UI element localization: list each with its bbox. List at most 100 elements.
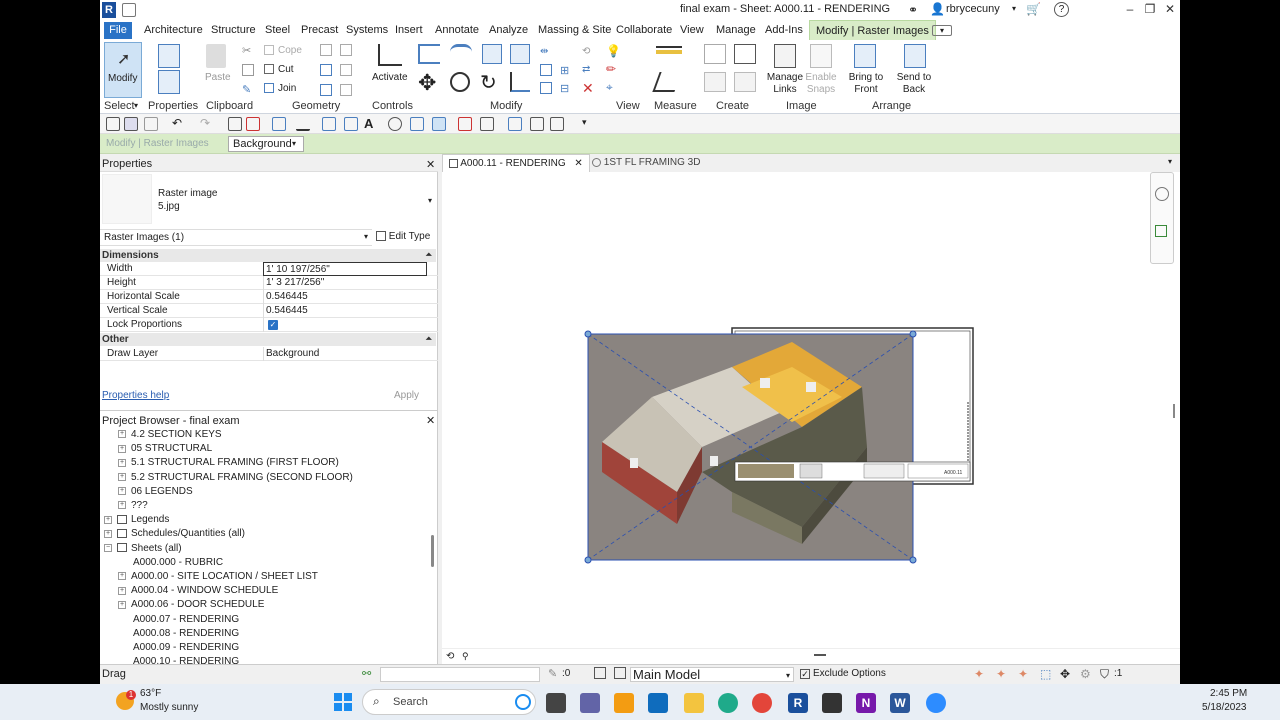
- group-other[interactable]: Other ⏶: [100, 333, 436, 346]
- expand-icon[interactable]: +: [118, 472, 126, 481]
- array-icon[interactable]: [540, 64, 552, 76]
- drag-elements-icon[interactable]: ✥: [1060, 667, 1070, 681]
- windows-start-icon[interactable]: [334, 693, 352, 711]
- mirror-axis-icon[interactable]: [482, 44, 502, 64]
- expand-icon[interactable]: +: [118, 586, 126, 595]
- revit-taskbar-icon[interactable]: R: [788, 693, 808, 713]
- select-panel-label[interactable]: Select: [104, 100, 135, 112]
- prop-row-horizontal-scale[interactable]: Horizontal Scale 0.546445: [100, 290, 438, 304]
- prop-value[interactable]: 0.546445: [266, 305, 308, 316]
- browser-item[interactable]: A000.07 - RENDERING: [118, 614, 239, 628]
- pin-icon[interactable]: ⚲: [462, 651, 469, 662]
- background-processes-icon[interactable]: ⚙: [1080, 667, 1091, 681]
- unpin-icon[interactable]: ⊟: [560, 82, 569, 95]
- open-icon[interactable]: [122, 3, 136, 17]
- create-parts-icon[interactable]: [734, 44, 756, 64]
- browser-item[interactable]: +05 STRUCTURAL: [118, 443, 212, 457]
- expand-icon[interactable]: +: [118, 430, 126, 439]
- geometry-icon[interactable]: [340, 44, 352, 56]
- task-view-icon[interactable]: [546, 693, 566, 713]
- expand-icon[interactable]: +: [118, 572, 126, 581]
- send-to-back-icon[interactable]: [904, 44, 926, 68]
- drawing-canvas[interactable]: A000.11: [442, 172, 1180, 648]
- geometry-icon[interactable]: [340, 84, 352, 96]
- expand-icon[interactable]: +: [118, 501, 126, 510]
- print-preview-icon[interactable]: [246, 117, 260, 131]
- apply-button[interactable]: Apply: [394, 390, 419, 401]
- cope-button[interactable]: Cope: [278, 45, 302, 56]
- close-button[interactable]: ✕: [1160, 2, 1180, 18]
- tab-modify-raster-images[interactable]: Modify | Raster Images: [809, 20, 936, 40]
- user-icon[interactable]: 👤: [930, 2, 945, 16]
- tab-systems[interactable]: Systems: [346, 24, 388, 36]
- bring-to-front-button[interactable]: Bring to Front: [844, 72, 888, 96]
- activate-icon[interactable]: [378, 44, 402, 66]
- tab-collaborate[interactable]: Collaborate: [616, 24, 672, 36]
- copy-elements-icon[interactable]: [450, 72, 470, 92]
- expand-icon[interactable]: +: [118, 487, 126, 496]
- tab-massing-site[interactable]: Massing & Site: [538, 24, 611, 36]
- align-icon[interactable]: [418, 44, 440, 64]
- enable-snaps-button[interactable]: Enable Snaps: [802, 72, 840, 96]
- word-icon[interactable]: W: [890, 693, 910, 713]
- browser-item[interactable]: + A000.04 - WINDOW SCHEDULE: [118, 585, 278, 599]
- browser-item[interactable]: + A000.06 - DOOR SCHEDULE: [118, 599, 264, 613]
- customize-qat-icon[interactable]: ▾: [582, 117, 587, 128]
- lightbulb-icon[interactable]: 💡: [606, 44, 621, 58]
- scale-icon[interactable]: [540, 82, 552, 94]
- scale-icon[interactable]: ⟲: [446, 651, 454, 662]
- geometry-icon[interactable]: [340, 64, 352, 76]
- teams-chat-icon[interactable]: [580, 693, 600, 713]
- browser-item[interactable]: A000.000 - RUBRIC: [118, 557, 223, 571]
- tab-inactive-view[interactable]: 1ST FL FRAMING 3D: [586, 154, 706, 172]
- create-group-icon[interactable]: [704, 72, 726, 92]
- prop-value[interactable]: 1' 3 217/256": [266, 277, 324, 288]
- type-file[interactable]: 5.jpg: [158, 201, 180, 212]
- expand-icon[interactable]: +: [104, 529, 112, 538]
- workset-select[interactable]: [380, 667, 540, 682]
- modify-small-icon[interactable]: ⇄: [582, 64, 590, 75]
- select-links-icon[interactable]: ✦: [974, 667, 984, 681]
- group-dimensions[interactable]: Dimensions ⏶: [100, 249, 436, 262]
- dimension-icon[interactable]: [652, 72, 682, 92]
- worksharing-icon[interactable]: ⚯: [362, 667, 371, 680]
- properties-help-link[interactable]: Properties help: [102, 390, 169, 401]
- tab-analyze[interactable]: Analyze: [489, 24, 528, 36]
- modify-button[interactable]: ➚ Modify: [104, 42, 142, 98]
- file-explorer-icon[interactable]: [684, 693, 704, 713]
- save-icon[interactable]: [124, 117, 138, 131]
- zoom-app-icon[interactable]: [926, 693, 946, 713]
- select-pinned-icon[interactable]: ✦: [1018, 667, 1028, 681]
- close-icon[interactable]: ✕: [426, 414, 435, 427]
- rotate-icon[interactable]: ↻: [480, 72, 497, 94]
- design-options-icon[interactable]: [594, 667, 606, 679]
- thin-lines-icon[interactable]: [432, 117, 446, 131]
- text-icon[interactable]: A: [364, 116, 373, 131]
- tab-active-view[interactable]: A000.11 - RENDERING ✕: [442, 154, 590, 172]
- bring-to-front-icon[interactable]: [854, 44, 876, 68]
- close-icon[interactable]: ✕: [426, 158, 435, 171]
- linework-icon[interactable]: ⌖: [606, 80, 613, 95]
- geometry-icon[interactable]: [320, 84, 332, 96]
- worksharing-icon[interactable]: [550, 117, 564, 131]
- minimize-button[interactable]: –: [1120, 2, 1140, 18]
- browser-item[interactable]: − Sheets (all): [104, 543, 182, 557]
- tab-insert[interactable]: Insert: [395, 24, 423, 36]
- paste-button[interactable]: Paste: [205, 72, 231, 83]
- properties-icon[interactable]: [158, 70, 180, 94]
- clock-time[interactable]: 2:45 PM: [1210, 688, 1247, 699]
- browser-item[interactable]: + A000.00 - SITE LOCATION / SHEET LIST: [118, 571, 318, 585]
- prop-row-width[interactable]: Width 1' 10 197/256": [100, 262, 438, 276]
- browser-item[interactable]: +4.2 SECTION KEYS: [118, 429, 222, 443]
- cart-icon[interactable]: 🛒: [1026, 2, 1041, 16]
- spot-elevation-icon[interactable]: [344, 117, 358, 131]
- mirror-draw-icon[interactable]: [510, 44, 530, 64]
- section-icon[interactable]: [410, 117, 424, 131]
- type-name[interactable]: Raster image: [158, 188, 217, 199]
- browser-item[interactable]: A000.08 - RENDERING: [118, 628, 239, 642]
- delete-icon[interactable]: ✕: [582, 80, 594, 97]
- snipping-tool-icon[interactable]: [822, 693, 842, 713]
- redo-icon[interactable]: ↷: [200, 116, 210, 130]
- expand-icon[interactable]: +: [118, 444, 126, 453]
- cut-scissors-icon[interactable]: ✂: [242, 44, 251, 57]
